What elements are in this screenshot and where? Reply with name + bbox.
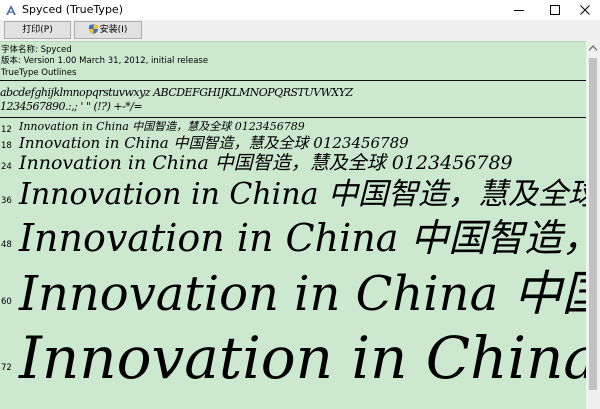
size-label-60: 60 <box>1 297 12 307</box>
size-label-18: 18 <box>1 141 12 151</box>
close-button[interactable] <box>568 0 600 20</box>
uac-shield-icon <box>88 24 98 34</box>
sample-line-72: Innovation in China 中国智造，慧及全球 0123456789 <box>19 324 586 392</box>
scroll-up-arrow-icon[interactable] <box>589 45 597 51</box>
size-label-72: 72 <box>1 363 12 373</box>
print-button[interactable]: 打印(P) <box>4 21 71 39</box>
window-title: Spyced (TrueType) <box>22 3 123 16</box>
vertical-scrollbar[interactable] <box>586 41 600 409</box>
sample-line-18: Innovation in China 中国智造，慧及全球 0123456789 <box>19 134 409 152</box>
install-button[interactable]: 安装(I) <box>74 21 142 39</box>
size-label-48: 48 <box>1 240 12 250</box>
minimize-button[interactable] <box>502 0 536 20</box>
title-bar: Spyced (TrueType) <box>0 0 600 20</box>
charset-letters: abcdefghijklmnopqrstuvwxyz ABCDEFGHIJKLM… <box>0 86 353 99</box>
size-label-36: 36 <box>1 196 12 206</box>
divider <box>0 80 586 81</box>
font-format: TrueType Outlines <box>1 68 77 78</box>
sample-line-24: Innovation in China 中国智造，慧及全球 0123456789 <box>19 152 513 174</box>
sample-line-48: Innovation in China 中国智造，慧及全球 0123456789 <box>19 216 586 260</box>
size-label-12: 12 <box>1 125 12 135</box>
divider <box>0 117 586 118</box>
font-preview-pane: 字体名称: Spyced 版本: Version 1.00 March 31, … <box>0 41 586 409</box>
toolbar: 打印(P) 安装(I) <box>0 20 600 41</box>
minimize-icon <box>514 10 524 11</box>
close-icon <box>580 5 590 15</box>
maximize-button[interactable] <box>538 0 572 20</box>
sample-line-36: Innovation in China 中国智造，慧及全球 0123456789 <box>19 177 586 212</box>
install-button-label: 安装(I) <box>99 25 128 35</box>
charset-digits-symbols: 1234567890.:,; ' " (!?) +-*/= <box>0 100 143 113</box>
size-label-24: 24 <box>1 162 12 172</box>
print-button-label: 打印(P) <box>22 25 53 35</box>
scrollbar-thumb[interactable] <box>589 58 597 390</box>
font-name: 字体名称: Spyced <box>1 45 72 55</box>
maximize-icon <box>550 5 560 15</box>
font-viewer-icon <box>6 5 16 15</box>
sample-line-12: Innovation in China 中国智造，慧及全球 0123456789 <box>19 120 305 133</box>
font-version: 版本: Version 1.00 March 31, 2012, initial… <box>1 56 209 66</box>
sample-line-60: Innovation in China 中国智造，慧及全球 0123456789 <box>19 266 586 322</box>
